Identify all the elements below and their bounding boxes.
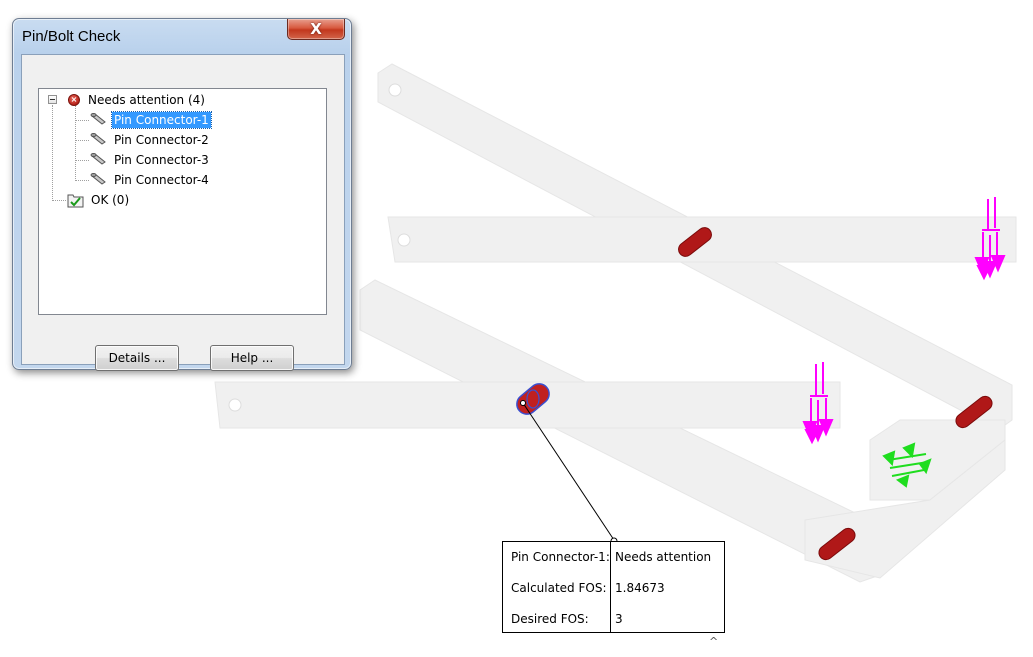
callout-divider (610, 542, 611, 632)
error-icon: × (68, 94, 80, 106)
dialog-title: Pin/Bolt Check (22, 28, 121, 45)
link-hole (397, 233, 411, 247)
tree-node-pin-connector-4[interactable]: Pin Connector-4 (90, 171, 211, 189)
callout-value-status: Needs attention (615, 550, 712, 564)
help-button[interactable]: Help ... (210, 345, 294, 371)
tree-node-label: Pin Connector-1 (111, 111, 212, 129)
dialog-client-area: × Needs attention (4) Pin Connector-1 Pi… (21, 54, 345, 371)
tree-connector (75, 180, 89, 181)
collapse-toggle-icon[interactable] (48, 95, 57, 104)
tree-node-pin-connector-2[interactable]: Pin Connector-2 (90, 131, 211, 149)
callout-value-calculated-fos: 1.84673 (615, 581, 665, 595)
link-hole (388, 83, 402, 97)
callout-key-pin: Pin Connector-1: (511, 550, 610, 564)
folder-check-icon (67, 194, 84, 208)
tree-node-label: Pin Connector-4 (114, 173, 209, 187)
tree-node-label: Needs attention (4) (88, 93, 205, 107)
tree-connector (75, 140, 89, 141)
tree-node-ok[interactable]: OK (0) (67, 191, 131, 209)
tree-connector (75, 160, 89, 161)
pin-icon (90, 173, 106, 185)
callout-value-desired-fos: 3 (615, 612, 623, 626)
close-icon: X (310, 20, 322, 38)
tree-node-pin-connector-1[interactable]: Pin Connector-1 (90, 111, 212, 129)
tree-connector (52, 105, 53, 201)
pin-icon (90, 113, 106, 125)
result-callout[interactable]: Pin Connector-1: Needs attention Calcula… (502, 541, 725, 633)
tree-node-label: Pin Connector-3 (114, 153, 209, 167)
pin-icon (90, 133, 106, 145)
tree-connector (75, 120, 89, 121)
pin-icon (90, 153, 106, 165)
results-tree[interactable]: × Needs attention (4) Pin Connector-1 Pi… (38, 88, 327, 315)
callout-key-desired-fos: Desired FOS: (511, 612, 589, 626)
tree-node-label: OK (0) (91, 193, 130, 207)
tree-node-label: Pin Connector-2 (114, 133, 209, 147)
leader-anchor (520, 400, 526, 406)
tree-node-pin-connector-3[interactable]: Pin Connector-3 (90, 151, 211, 169)
link-hole (228, 398, 242, 412)
tree-node-needs-attention[interactable]: × Needs attention (4) (68, 91, 207, 109)
details-button[interactable]: Details ... (95, 345, 179, 371)
chevron-up-icon[interactable]: ^ (709, 636, 721, 648)
close-button[interactable]: X (287, 19, 345, 40)
callout-key-calculated-fos: Calculated FOS: (511, 581, 607, 595)
tree-connector (75, 105, 76, 181)
pin-bolt-check-dialog: Pin/Bolt Check X × Needs attention (4) P… (12, 18, 352, 371)
tree-connector (52, 200, 66, 201)
